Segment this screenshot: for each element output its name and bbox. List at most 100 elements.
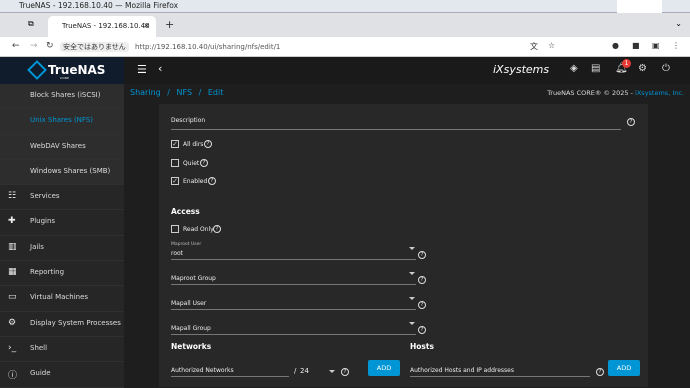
help-icon[interactable]: ? <box>627 118 635 126</box>
container-icon[interactable]: ▣ <box>652 41 660 50</box>
hamburger-menu-icon[interactable]: ☰ <box>137 63 147 76</box>
sidebar-item-label: Guide <box>30 369 51 378</box>
maproot-group-select[interactable]: Maproot Group <box>171 275 216 282</box>
sidebar-item-plugins[interactable]: ✚ Plugins <box>0 210 124 236</box>
sidebar-item-reporting[interactable]: ▦ Reporting <box>0 261 124 287</box>
copyright-link[interactable]: iXsystems, Inc. <box>635 89 684 97</box>
copyright: TrueNAS CORE® © 2025 - iXsystems, Inc. <box>547 89 684 97</box>
reload-icon[interactable]: ↻ <box>46 41 54 51</box>
chevron-down-icon[interactable] <box>409 297 415 300</box>
quiet-checkbox[interactable] <box>171 159 179 167</box>
breadcrumb: Sharing / NFS / Edit <box>130 88 227 97</box>
browser-tab[interactable]: TrueNAS - 192.168.10.40 × <box>48 16 156 37</box>
tab-title: TrueNAS - 192.168.10.40 <box>62 22 150 30</box>
help-icon[interactable]: ? <box>341 368 349 376</box>
bookmark-star-icon[interactable]: ☆ <box>548 41 555 50</box>
breadcrumb-nfs[interactable]: NFS <box>177 88 193 97</box>
settings-gear-icon[interactable]: ⚙ <box>638 63 647 74</box>
copyright-text: TrueNAS CORE® © 2025 - <box>547 89 636 97</box>
read-only-checkbox[interactable] <box>171 225 179 233</box>
help-icon[interactable]: ? <box>418 326 426 334</box>
maproot-group-underline <box>171 284 416 285</box>
authorized-networks-input[interactable]: Authorized Networks <box>171 367 234 374</box>
app-menu-icon[interactable]: ⋮ <box>672 41 680 50</box>
translate-icon[interactable]: 文 <box>530 41 538 52</box>
clipboard-icon[interactable]: ▤ <box>591 63 600 74</box>
close-tab-icon[interactable]: × <box>143 21 150 30</box>
sidebar-item-webdav[interactable]: WebDAV Shares <box>0 134 124 160</box>
terminal-icon: ›_ <box>8 342 17 353</box>
monitor-icon: ▭ <box>8 292 17 303</box>
help-icon[interactable]: ? <box>418 276 426 284</box>
forward-arrow-icon[interactable]: → <box>30 41 38 51</box>
power-icon[interactable]: ⏻ <box>662 63 670 74</box>
new-tab-icon[interactable]: + <box>165 18 174 31</box>
back-arrow-icon[interactable]: ← <box>12 41 20 51</box>
sidebar-item-label: Windows Shares (SMB) <box>30 166 111 175</box>
truenas-logo[interactable]: TrueNAS CORE <box>0 57 124 84</box>
brand-edition: CORE <box>60 76 70 80</box>
browser-tabstrip: ⧉ TrueNAS - 192.168.10.40 × + ⌄ <box>0 13 690 37</box>
sidebar-item-services[interactable]: ☷ Services <box>0 185 124 211</box>
sidebar-item-vms[interactable]: ▭ Virtual Machines <box>0 286 124 312</box>
brand-name: TrueNAS <box>48 63 106 77</box>
chevron-down-icon[interactable] <box>409 247 415 250</box>
sidebar-item-label: Plugins <box>30 217 56 226</box>
tab-list-chevron-icon[interactable]: ⌄ <box>675 19 682 28</box>
mapall-group-underline <box>171 334 416 335</box>
sidebar-item-jails[interactable]: ▥ Jails <box>0 236 124 262</box>
sidebar-item-processes[interactable]: ⚙ Display System Processes <box>0 312 124 337</box>
maproot-user-select[interactable]: root <box>171 250 183 257</box>
notification-badge: 1 <box>622 59 631 68</box>
profile-icon[interactable]: ■ <box>632 41 640 50</box>
sidebar-item-label: Block Shares (iSCSI) <box>30 91 101 99</box>
sidebar-item-iscsi[interactable]: Block Shares (iSCSI) <box>0 84 124 110</box>
description-input[interactable]: Description <box>171 117 205 124</box>
all-dirs-checkbox[interactable]: ✓ <box>171 140 179 148</box>
breadcrumb-sharing[interactable]: Sharing <box>130 88 161 97</box>
url-text: http://192.168.10.40/ui/sharing/nfs/edit… <box>135 43 281 51</box>
top-bar: TrueNAS CORE ☰ ‹ iXsystems ◈ ▤ 🔔︎ 1 ⚙ ⏻ <box>0 57 690 84</box>
truenas-app: TrueNAS CORE ☰ ‹ iXsystems ◈ ▤ 🔔︎ 1 ⚙ ⏻ … <box>0 57 690 388</box>
sidebar-item-shell[interactable]: ›_ Shell <box>0 337 124 363</box>
netmask-select[interactable]: 24 <box>300 367 309 375</box>
enabled-checkbox[interactable]: ✓ <box>171 177 179 185</box>
sidebar-item-label: Virtual Machines <box>30 293 89 302</box>
chevron-down-icon[interactable] <box>329 370 335 373</box>
breadcrumb-separator: / <box>167 88 170 97</box>
sidebar-item-nfs[interactable]: Unix Shares (NFS) <box>0 109 124 135</box>
hosts-heading: Hosts <box>410 342 434 351</box>
window-title: TrueNAS - 192.168.10.40 — Mozilla Firefo… <box>19 1 179 10</box>
help-icon[interactable]: ? <box>418 301 426 309</box>
help-icon[interactable]: ? <box>208 177 216 185</box>
help-icon[interactable]: ? <box>213 225 221 233</box>
ixsystems-logo[interactable]: iXsystems <box>493 63 549 76</box>
maproot-user-underline <box>171 259 416 260</box>
nfs-edit-form: Description ? ✓ All dirs ? Quiet ? ✓ Ena… <box>159 104 648 387</box>
sidebar-item-guide[interactable]: ⓘ Guide <box>0 362 124 388</box>
address-bar[interactable]: 安全ではありません http://192.168.10.40/ui/sharin… <box>60 39 510 55</box>
networks-heading: Networks <box>171 342 212 351</box>
chevron-down-icon[interactable] <box>409 322 415 325</box>
extension-icon[interactable]: ● <box>612 41 619 50</box>
help-icon[interactable]: ? <box>200 159 208 167</box>
help-icon[interactable]: ? <box>204 140 212 148</box>
truecommand-icon[interactable]: ◈ <box>570 63 578 74</box>
netmask-separator: / <box>294 367 297 375</box>
help-icon[interactable]: ? <box>596 368 604 376</box>
tab-overview-icon[interactable]: ⧉ <box>28 19 34 29</box>
chevron-down-icon[interactable] <box>409 272 415 275</box>
jail-icon: ▥ <box>8 241 17 252</box>
truenas-mark-icon <box>27 60 47 80</box>
add-host-button[interactable]: ADD <box>608 360 640 376</box>
add-network-button[interactable]: ADD <box>368 360 400 376</box>
authorized-hosts-underline <box>410 376 590 377</box>
mapall-user-select[interactable]: Mapall User <box>171 300 206 307</box>
mapall-group-select[interactable]: Mapall Group <box>171 325 211 332</box>
help-icon[interactable]: ? <box>418 251 426 259</box>
security-indicator[interactable]: 安全ではありません <box>60 42 129 52</box>
collapse-chevron-icon[interactable]: ‹ <box>158 62 162 75</box>
sidebar-item-smb[interactable]: Windows Shares (SMB) <box>0 159 124 186</box>
authorized-hosts-input[interactable]: Authorized Hosts and IP addresses <box>410 367 514 374</box>
enabled-label: Enabled <box>183 178 208 185</box>
